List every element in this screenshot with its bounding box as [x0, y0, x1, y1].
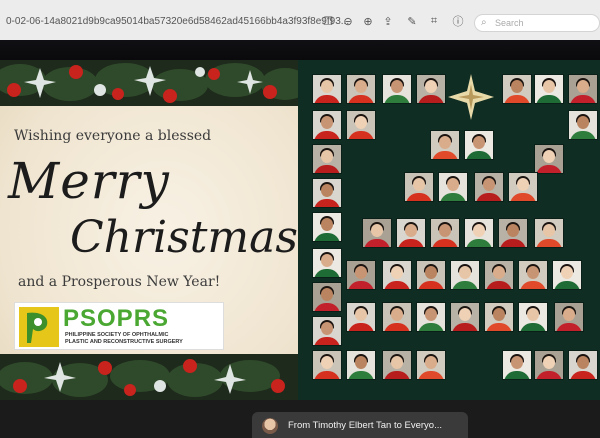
participant-video-tile [346, 260, 376, 290]
participant-video-tile [568, 74, 598, 104]
participant-video-tile [382, 302, 412, 332]
participant-video-tile [312, 110, 342, 140]
participant-video-tile [416, 350, 446, 380]
psoprs-logo: PSOPRS PHILIPPINE SOCIETY OF OPHTHALMIC … [14, 302, 224, 350]
participant-video-tile [382, 74, 412, 104]
tree-star-icon [448, 74, 494, 120]
participant-video-tile [464, 218, 494, 248]
participant-video-tile [396, 218, 426, 248]
participant-video-tile [498, 218, 528, 248]
participant-video-tile [552, 260, 582, 290]
participant-video-tile [312, 178, 342, 208]
participant-video-tile [346, 110, 376, 140]
logo-subtitle: PHILIPPINE SOCIETY OF OPHTHALMIC PLASTIC… [65, 332, 183, 345]
new-year-line: and a Prosperous New Year! [18, 274, 221, 290]
chat-notification-text: From Timothy Elbert Tan to Everyo... [288, 420, 442, 431]
header-strip [0, 40, 600, 60]
copy-icon[interactable]: ❐ [320, 13, 336, 29]
participant-video-tile [416, 74, 446, 104]
participant-video-tile [464, 130, 494, 160]
participant-video-tile [430, 218, 460, 248]
zoom-in-icon[interactable]: ⊕ [360, 13, 376, 29]
participant-video-tile [450, 302, 480, 332]
participant-video-tile [346, 74, 376, 104]
participant-video-tile [534, 350, 564, 380]
logo-name: PSOPRS [63, 305, 170, 332]
participant-video-tile [346, 302, 376, 332]
participant-video-tile [312, 248, 342, 278]
search-placeholder: Search [495, 18, 524, 28]
search-input[interactable]: ⌕ Search [474, 14, 600, 32]
psoprs-emblem-icon [19, 307, 59, 347]
garland-bottom [0, 354, 298, 400]
participant-video-tile [484, 302, 514, 332]
greeting-card: Wishing everyone a blessed Merry Christm… [0, 60, 298, 400]
participant-video-tile [438, 172, 468, 202]
participant-video-tile [416, 302, 446, 332]
merry-heading: Merry [8, 152, 170, 210]
crop-icon[interactable]: ⌗ [426, 13, 442, 29]
participant-video-tile [518, 302, 548, 332]
participant-video-tile [502, 350, 532, 380]
christmas-heading: Christmas [70, 212, 298, 263]
participant-video-tile [312, 212, 342, 242]
participant-video-tile [312, 316, 342, 346]
participant-video-tile [534, 74, 564, 104]
file-url: 0-02-06-14a8021d9b9ca95014ba57320e6d5846… [6, 16, 350, 27]
participant-video-tile [568, 110, 598, 140]
participant-tree [298, 60, 600, 400]
participant-video-tile [312, 144, 342, 174]
participant-video-tile [534, 144, 564, 174]
garland-top [0, 60, 298, 106]
share-icon[interactable]: ⇪ [380, 13, 396, 29]
participant-video-tile [382, 260, 412, 290]
chat-notification[interactable]: From Timothy Elbert Tan to Everyo... [252, 412, 468, 438]
participant-video-tile [430, 130, 460, 160]
participant-video-tile [502, 74, 532, 104]
participant-video-tile [312, 350, 342, 380]
participant-video-tile [404, 172, 434, 202]
participant-video-tile [346, 350, 376, 380]
image-viewer-toolbar: 0-02-06-14a8021d9b9ca95014ba57320e6d5846… [0, 0, 600, 40]
avatar [262, 418, 278, 434]
participant-video-tile [312, 282, 342, 312]
participant-video-tile [518, 260, 548, 290]
participant-video-tile [382, 350, 412, 380]
wish-line: Wishing everyone a blessed [14, 128, 212, 144]
participant-video-tile [508, 172, 538, 202]
annotate-icon[interactable]: ✎ [404, 13, 420, 29]
participant-video-tile [554, 302, 584, 332]
participant-video-tile [484, 260, 514, 290]
search-icon: ⌕ [481, 17, 487, 28]
participant-video-tile [362, 218, 392, 248]
participant-video-tile [568, 350, 598, 380]
participant-video-tile [474, 172, 504, 202]
participant-video-tile [312, 74, 342, 104]
zoom-out-icon[interactable]: ⊖ [340, 13, 356, 29]
participant-video-tile [450, 260, 480, 290]
participant-video-tile [534, 218, 564, 248]
participant-video-tile [416, 260, 446, 290]
info-icon[interactable]: ⓘ [450, 13, 466, 29]
